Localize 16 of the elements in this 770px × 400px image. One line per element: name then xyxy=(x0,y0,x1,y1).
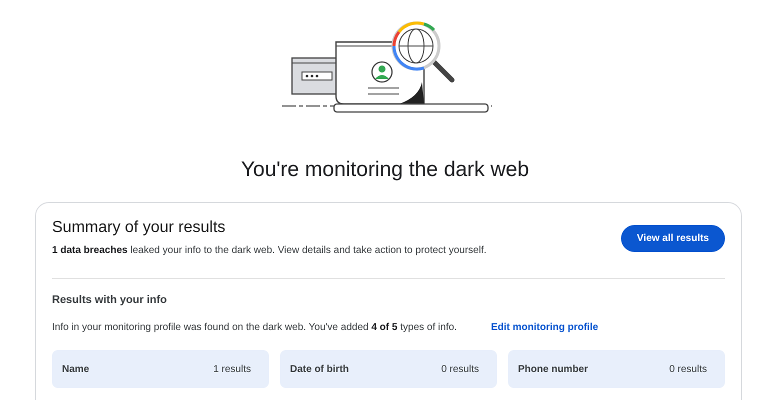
summary-text: 1 data breaches leaked your info to the dark web. View details and take action to protect yourself. xyxy=(52,245,487,256)
result-tile[interactable]: Date of birth 0 results xyxy=(280,350,497,388)
tile-label: Name xyxy=(62,364,90,374)
page-title: You're monitoring the dark web xyxy=(240,158,530,182)
tile-label: Date of birth xyxy=(290,364,349,374)
tile-label: Phone number xyxy=(518,364,588,374)
tile-count: 1 results xyxy=(213,364,251,374)
view-all-results-button[interactable]: View all results xyxy=(620,225,725,252)
result-tile[interactable]: Phone number 0 results xyxy=(508,350,725,388)
result-tile[interactable]: Name 1 results xyxy=(52,350,269,388)
results-heading: Results with your info xyxy=(52,294,168,306)
results-text: Info in your monitoring profile was found on the dark web. You've added 4 of 5 types of info. xyxy=(52,322,457,333)
edit-profile-link[interactable]: Edit monitoring profile xyxy=(490,322,598,333)
summary-heading: Summary of your results xyxy=(52,219,226,237)
tile-count: 0 results xyxy=(441,364,479,374)
tile-count: 0 results xyxy=(669,364,707,374)
